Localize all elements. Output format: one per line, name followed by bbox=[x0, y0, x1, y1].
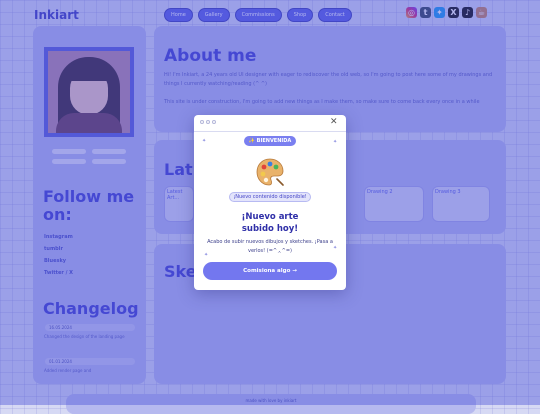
palette-icon bbox=[256, 158, 284, 186]
modal-message: Acabo de subir nuevos dibujos y sketches… bbox=[207, 239, 333, 254]
close-icon[interactable]: ✕ bbox=[330, 117, 338, 127]
modal-title-line: ¡Nuevo arte bbox=[241, 212, 299, 222]
commission-button[interactable]: Comisiona algo → bbox=[203, 262, 337, 280]
welcome-badge: ✨ BIENVENIDA bbox=[244, 136, 296, 146]
window-dot-icon bbox=[200, 120, 204, 124]
welcome-modal: ✕ ✨ BIENVENIDA ✦ ✦ ✦ ✦ ¡Nuevo contenido … bbox=[194, 115, 346, 290]
modal-title: ¡Nuevo arte subido hoy! bbox=[194, 211, 346, 235]
new-content-badge: ¡Nuevo contenido disponible! bbox=[229, 192, 311, 202]
window-dot-icon bbox=[212, 120, 216, 124]
sparkle-icon: ✦ bbox=[333, 139, 338, 145]
modal-titlebar: ✕ bbox=[194, 115, 346, 132]
window-dot-icon bbox=[206, 120, 210, 124]
modal-title-line: subido hoy! bbox=[241, 224, 299, 234]
sparkle-icon: ✦ bbox=[202, 138, 207, 144]
